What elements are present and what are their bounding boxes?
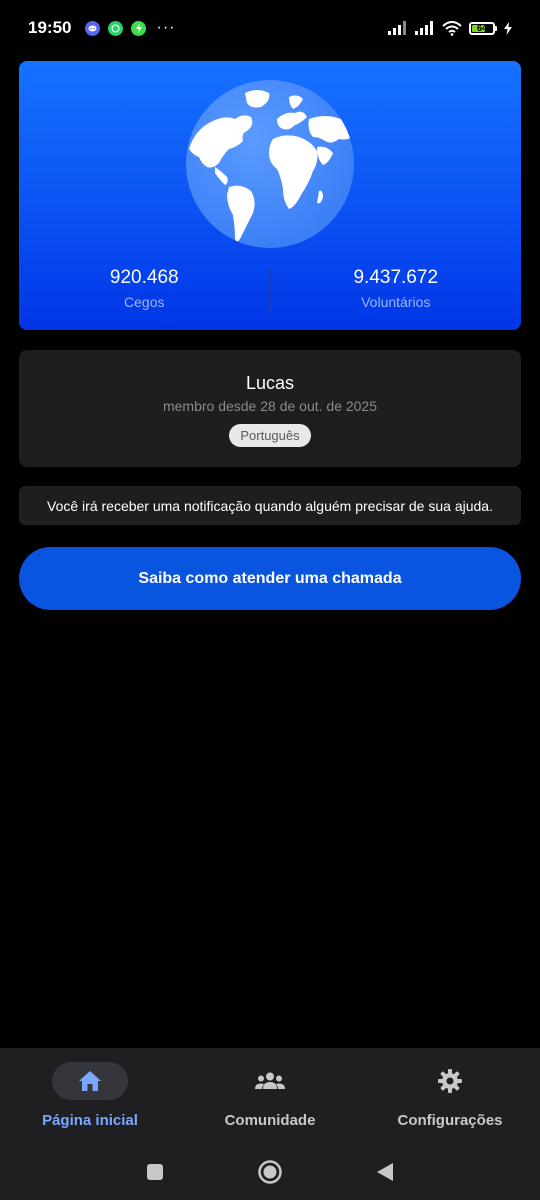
stat-blind-value: 920.468 [109,267,179,288]
bottom-nav: Página inicial Comunidade Configurações [0,1048,540,1200]
signal-icon [388,21,406,35]
wifi-icon [442,20,462,36]
stat-volunteers-label: Voluntários [361,294,431,310]
nav-home-pill[interactable] [52,1062,128,1100]
community-icon [255,1072,285,1089]
hero-card: 920.468 Cegos 9.437.672 Voluntários [19,61,521,330]
language-chip: Português [229,424,311,447]
system-nav-bar [0,1152,540,1192]
nav-item-home[interactable]: Página inicial [0,1062,180,1142]
stat-blind-label: Cegos [124,294,165,310]
nav-home-label[interactable]: Página inicial [42,1112,138,1129]
back-button[interactable] [376,1162,394,1182]
profile-name: Lucas [245,373,295,393]
battery-icon: 64 [469,21,497,35]
nav-community-pill[interactable] [232,1062,308,1100]
notification-info-banner: Você irá receber uma notificação quando … [19,486,521,525]
battery-body: 64 [469,21,495,35]
more-dots-icon: ··· [156,19,176,36]
bottom-nav-items: Página inicial Comunidade Configurações [0,1062,540,1142]
nav-community-label[interactable]: Comunidade [225,1112,316,1129]
nav-settings-pill[interactable] [412,1062,488,1100]
stat-volunteers-value: 9.437.672 [353,267,439,288]
nav-item-settings[interactable]: Configurações [360,1062,540,1142]
globe-icon [186,80,354,248]
home-icon [79,1071,101,1091]
gear-icon [438,1069,462,1093]
stat-volunteers: 9.437.672 Voluntários [271,266,522,316]
app-screen: 19:50 ··· 64 920.468 Cegos 9.437.672 Vol… [0,0,540,1200]
battery-level: 64 [476,22,487,33]
battery-cap [495,25,497,31]
member-since: membro desde 28 de out. de 2025 [162,398,378,414]
whatsapp-icon [108,20,124,36]
status-left: 19:50 ··· [28,18,175,38]
status-right: 64 [388,20,512,36]
stats-row: 920.468 Cegos 9.437.672 Voluntários [19,266,521,316]
stat-blind: 920.468 Cegos [19,266,270,316]
nav-settings-label[interactable]: Configurações [397,1112,502,1129]
signal-icon [415,21,433,35]
bolt-app-icon [131,20,147,36]
profile-card: Lucas membro desde 28 de out. de 2025 Po… [19,350,521,467]
home-button[interactable] [257,1159,283,1185]
discord-icon [85,20,101,36]
status-bar: 19:50 ··· 64 [0,0,540,56]
nav-item-community[interactable]: Comunidade [180,1062,360,1142]
learn-answer-call-button[interactable]: Saiba como atender uma chamada [19,547,521,610]
status-time: 19:50 [28,18,72,37]
recents-button[interactable] [146,1163,164,1181]
charging-icon [504,21,512,35]
